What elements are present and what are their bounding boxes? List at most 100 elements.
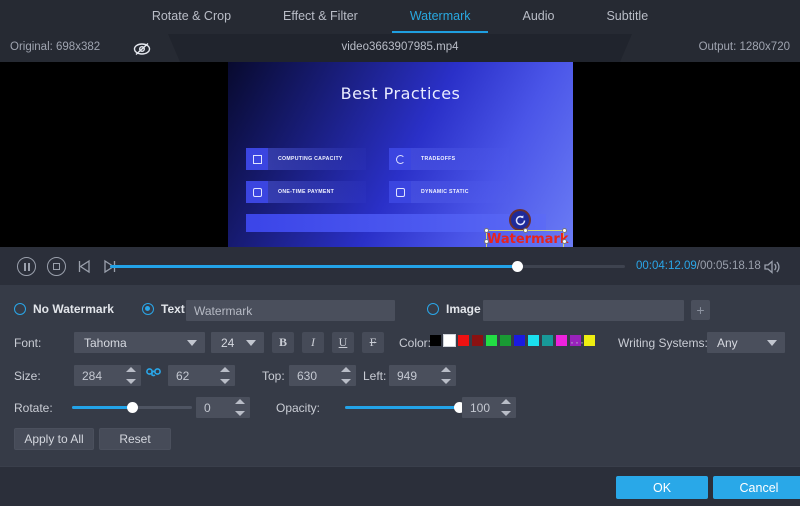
- writing-systems-select[interactable]: Any: [707, 332, 785, 353]
- font-row: Font: Tahoma 24 B I U F Color: ··· Writi…: [0, 330, 800, 354]
- color-swatch[interactable]: [500, 335, 511, 346]
- resize-handle-n[interactable]: [523, 228, 528, 233]
- rotate-slider[interactable]: [72, 406, 192, 409]
- radio-no-watermark[interactable]: No Watermark: [14, 302, 114, 316]
- rotate-input[interactable]: 0: [196, 397, 250, 418]
- seek-bar-fill: [110, 265, 517, 268]
- radio-image-watermark-dot: [427, 303, 439, 315]
- seek-bar[interactable]: [110, 265, 625, 268]
- chevron-down-icon: [187, 340, 197, 346]
- more-colors-button[interactable]: ···: [570, 335, 585, 349]
- font-family-select[interactable]: Tahoma: [74, 332, 205, 353]
- opacity-input[interactable]: 100: [462, 397, 516, 418]
- seek-bar-thumb[interactable]: [512, 261, 523, 272]
- top-stepper[interactable]: [341, 367, 351, 384]
- chain-link-icon[interactable]: [146, 367, 161, 384]
- left-stepper[interactable]: [441, 367, 451, 384]
- color-swatch[interactable]: [458, 335, 469, 346]
- output-resolution-label: Output: 1280x720: [699, 41, 790, 53]
- reset-button[interactable]: Reset: [99, 428, 171, 450]
- color-swatch[interactable]: [542, 335, 553, 346]
- size-height-stepper[interactable]: [220, 367, 230, 384]
- pause-icon[interactable]: [17, 257, 36, 276]
- resize-handle-ne[interactable]: [562, 228, 567, 233]
- opacity-stepper[interactable]: [501, 399, 511, 416]
- rows-icon: [246, 148, 268, 170]
- file-name-label: video3663907985.mp4: [0, 41, 800, 53]
- rotate-stepper[interactable]: [235, 399, 245, 416]
- slide-title: Best Practices: [228, 84, 573, 103]
- watermark-image-path-input[interactable]: [483, 300, 684, 321]
- color-swatch[interactable]: [528, 335, 539, 346]
- ok-button[interactable]: OK: [616, 476, 708, 499]
- slide-card-label: TRADEOFFS: [421, 156, 455, 162]
- slide-card: TRADEOFFS: [389, 148, 509, 170]
- color-swatch[interactable]: [444, 335, 455, 346]
- top-label: Top:: [262, 369, 285, 383]
- volume-icon[interactable]: [763, 259, 781, 275]
- size-width-input[interactable]: 284: [74, 365, 141, 386]
- top-value: 630: [297, 369, 317, 383]
- tab-subtitle[interactable]: Subtitle: [580, 0, 674, 33]
- italic-button[interactable]: I: [302, 332, 324, 353]
- tab-audio[interactable]: Audio: [496, 0, 580, 33]
- tab-effect-filter[interactable]: Effect & Filter: [257, 0, 384, 33]
- color-swatch[interactable]: [514, 335, 525, 346]
- watermark-overlay-text: Watermark: [487, 232, 565, 247]
- color-label: Color:: [399, 336, 431, 350]
- opacity-label: Opacity:: [276, 401, 320, 415]
- square-icon: [246, 181, 268, 203]
- color-swatch[interactable]: [472, 335, 483, 346]
- font-size-select[interactable]: 24: [211, 332, 264, 353]
- tab-watermark[interactable]: Watermark: [384, 0, 497, 33]
- color-swatch[interactable]: [430, 335, 441, 346]
- apply-to-all-button[interactable]: Apply to All: [14, 428, 94, 450]
- add-image-button[interactable]: +: [691, 300, 710, 320]
- rotate-label: Rotate:: [14, 401, 53, 415]
- slide-card-label: COMPUTING CAPACITY: [278, 156, 343, 162]
- previous-frame-icon[interactable]: [75, 257, 94, 276]
- video-stage: Best Practices COMPUTING CAPACITY TRADEO…: [0, 62, 800, 247]
- strikethrough-button[interactable]: F: [362, 332, 384, 353]
- color-swatch[interactable]: [584, 335, 595, 346]
- radio-image-watermark[interactable]: Image: [427, 302, 481, 316]
- watermark-text-input[interactable]: [186, 300, 395, 321]
- opacity-value: 100: [470, 401, 490, 415]
- total-time-label: 00:05:18.18: [700, 260, 761, 272]
- left-label: Left:: [363, 369, 386, 383]
- size-label: Size:: [14, 369, 41, 383]
- radio-no-watermark-dot: [14, 303, 26, 315]
- rotate-value: 0: [204, 401, 211, 415]
- color-swatch[interactable]: [486, 335, 497, 346]
- slide-card: DYNAMIC STATIC: [389, 181, 509, 203]
- left-value: 949: [397, 369, 417, 383]
- slide-card: ONE-TIME PAYMENT: [246, 181, 366, 203]
- resize-handle-nw[interactable]: [484, 228, 489, 233]
- tab-rotate-crop[interactable]: Rotate & Crop: [126, 0, 257, 33]
- video-preview[interactable]: Best Practices COMPUTING CAPACITY TRADEO…: [228, 62, 573, 247]
- opacity-slider[interactable]: [345, 406, 459, 409]
- underline-button[interactable]: U: [332, 332, 354, 353]
- opacity-slider-fill: [345, 406, 459, 409]
- rotate-handle-icon[interactable]: [509, 209, 531, 231]
- cancel-button[interactable]: Cancel: [713, 476, 800, 499]
- watermark-selection-box[interactable]: Watermark: [486, 230, 564, 247]
- c-arrow-icon: [389, 148, 411, 170]
- top-input[interactable]: 630: [289, 365, 356, 386]
- radio-no-watermark-label: No Watermark: [33, 302, 114, 316]
- rotate-slider-thumb[interactable]: [127, 402, 138, 413]
- bold-button[interactable]: B: [272, 332, 294, 353]
- dialog-footer: OK Cancel: [0, 466, 800, 506]
- size-width-stepper[interactable]: [126, 367, 136, 384]
- left-input[interactable]: 949: [389, 365, 456, 386]
- watermark-settings-panel: No Watermark Text Image + Font: Tahoma 2…: [0, 285, 800, 466]
- radio-image-watermark-label: Image: [446, 302, 481, 316]
- color-swatch[interactable]: [556, 335, 567, 346]
- radio-text-watermark[interactable]: Text: [142, 302, 185, 316]
- resize-handle-e[interactable]: [562, 239, 567, 244]
- slide-card-label: ONE-TIME PAYMENT: [278, 189, 334, 195]
- rotate-slider-fill: [72, 406, 132, 409]
- resize-handle-w[interactable]: [484, 239, 489, 244]
- size-height-input[interactable]: 62: [168, 365, 235, 386]
- stop-icon[interactable]: [47, 257, 66, 276]
